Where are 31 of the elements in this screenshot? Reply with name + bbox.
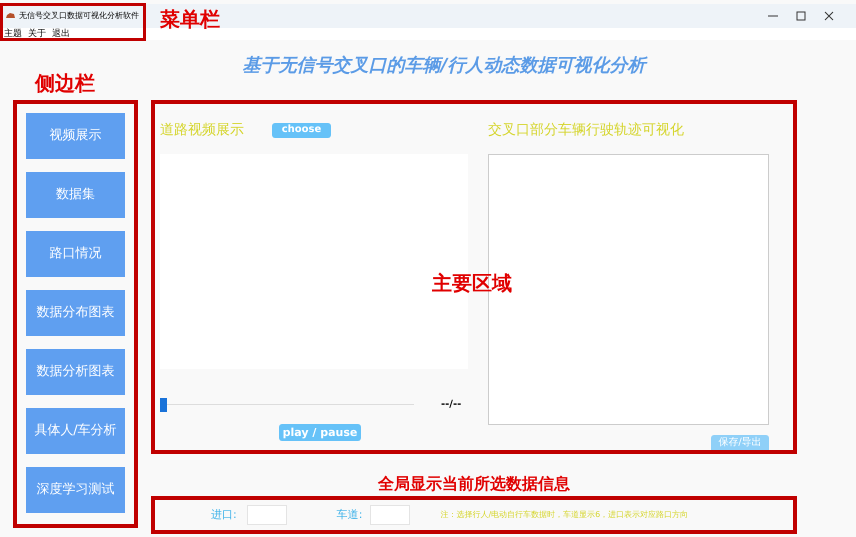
main-annotation: 主要区域 bbox=[432, 270, 512, 297]
choose-button[interactable]: choose bbox=[272, 122, 331, 138]
menu-item[interactable]: 退出 bbox=[52, 30, 70, 38]
sidebar-button[interactable]: 具体人/车分析 bbox=[26, 408, 125, 454]
sidebar-button[interactable]: 数据分析图表 bbox=[26, 349, 125, 395]
close-icon[interactable] bbox=[824, 11, 834, 21]
menu-item[interactable]: 主题 bbox=[4, 30, 22, 38]
car-icon bbox=[5, 12, 16, 20]
note-text: 注：选择行人/电动自行车数据时，车道显示6，进口表示对应路口方向 bbox=[440, 509, 688, 521]
sidebar-annotation: 侧边栏 bbox=[35, 70, 95, 97]
time-label: --/-- bbox=[441, 398, 462, 412]
info-annotation: 全局显示当前所选数据信息 bbox=[378, 473, 570, 495]
lane-label: 车道: bbox=[336, 506, 362, 523]
progress-slider[interactable] bbox=[160, 398, 414, 412]
sidebar-button[interactable]: 路口情况 bbox=[26, 231, 125, 277]
sidebar-button[interactable]: 深度学习测试 bbox=[26, 467, 125, 513]
play-pause-button[interactable]: play / pause bbox=[279, 424, 361, 441]
sidebar-button[interactable]: 视频展示 bbox=[26, 113, 125, 159]
entry-label: 进口: bbox=[211, 506, 237, 523]
entry-field[interactable] bbox=[246, 505, 287, 525]
sidebar-button[interactable]: 数据分布图表 bbox=[26, 290, 125, 336]
menu-item[interactable]: 关于 bbox=[28, 30, 46, 38]
page-heading: 基于无信号交叉口的车辆/行人动态数据可视化分析 bbox=[242, 54, 646, 78]
video-title: 道路视频展示 bbox=[160, 120, 244, 140]
window-title: 无信号交叉口数据可视化分析软件 bbox=[19, 10, 139, 22]
lane-field[interactable] bbox=[370, 505, 410, 525]
save-export-button[interactable]: 保存/导出 bbox=[711, 435, 769, 450]
menu-annotation: 菜单栏 bbox=[160, 6, 220, 33]
maximize-icon[interactable] bbox=[796, 11, 806, 21]
sidebar-button[interactable]: 数据集 bbox=[26, 172, 125, 218]
trajectory-title: 交叉口部分车辆行驶轨迹可视化 bbox=[488, 120, 684, 140]
